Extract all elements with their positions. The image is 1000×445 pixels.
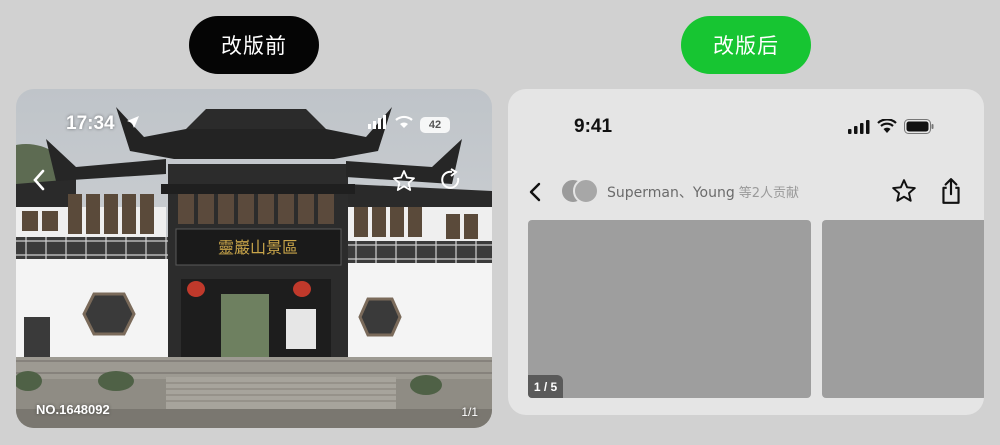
photo-number: NO.1648092 — [36, 402, 110, 417]
sign-text: 靈巖山景區 — [218, 238, 298, 257]
contributor-count: 等2人贡献 — [738, 186, 800, 201]
back-icon[interactable] — [32, 169, 46, 196]
before-label: 改版前 — [189, 16, 319, 74]
battery-icon — [904, 119, 934, 139]
contributor-names: Superman、Young — [607, 185, 735, 201]
share-icon[interactable] — [438, 168, 462, 197]
back-icon[interactable] — [528, 181, 542, 208]
status-icons: 42 — [368, 115, 450, 134]
wifi-icon — [394, 115, 414, 134]
battery-icon: 42 — [420, 116, 450, 133]
nav-bar: Superman、Young 等2人贡献 — [508, 172, 984, 212]
location-arrow-icon — [126, 115, 140, 134]
avatar — [573, 178, 599, 204]
status-icons — [848, 118, 934, 139]
share-icon[interactable] — [938, 177, 964, 210]
temple-photo: 靈巖山景區 — [16, 89, 492, 428]
star-icon[interactable] — [392, 169, 416, 198]
image-counter: 1 / 5 — [528, 375, 563, 398]
page-indicator: 1/1 — [461, 405, 478, 419]
status-time: 9:41 — [574, 116, 613, 137]
before-screenshot: 靈巖山景區 17:34 42 NO.1648092 1/1 — [16, 89, 492, 428]
signal-icon — [848, 119, 870, 139]
star-icon[interactable] — [891, 178, 917, 209]
after-screenshot: 9:41 Superman、Young 等2人贡献 1 / 5 — [508, 89, 984, 415]
gallery-image-placeholder[interactable] — [528, 220, 811, 398]
after-label: 改版后 — [681, 16, 811, 74]
contributor-avatars[interactable] — [560, 178, 600, 204]
wifi-icon — [877, 118, 897, 139]
contributors-text[interactable]: Superman、Young 等2人贡献 — [607, 182, 799, 202]
gallery-image-placeholder[interactable] — [822, 220, 984, 398]
signal-icon — [368, 115, 388, 134]
status-time: 17:34 — [66, 113, 115, 134]
